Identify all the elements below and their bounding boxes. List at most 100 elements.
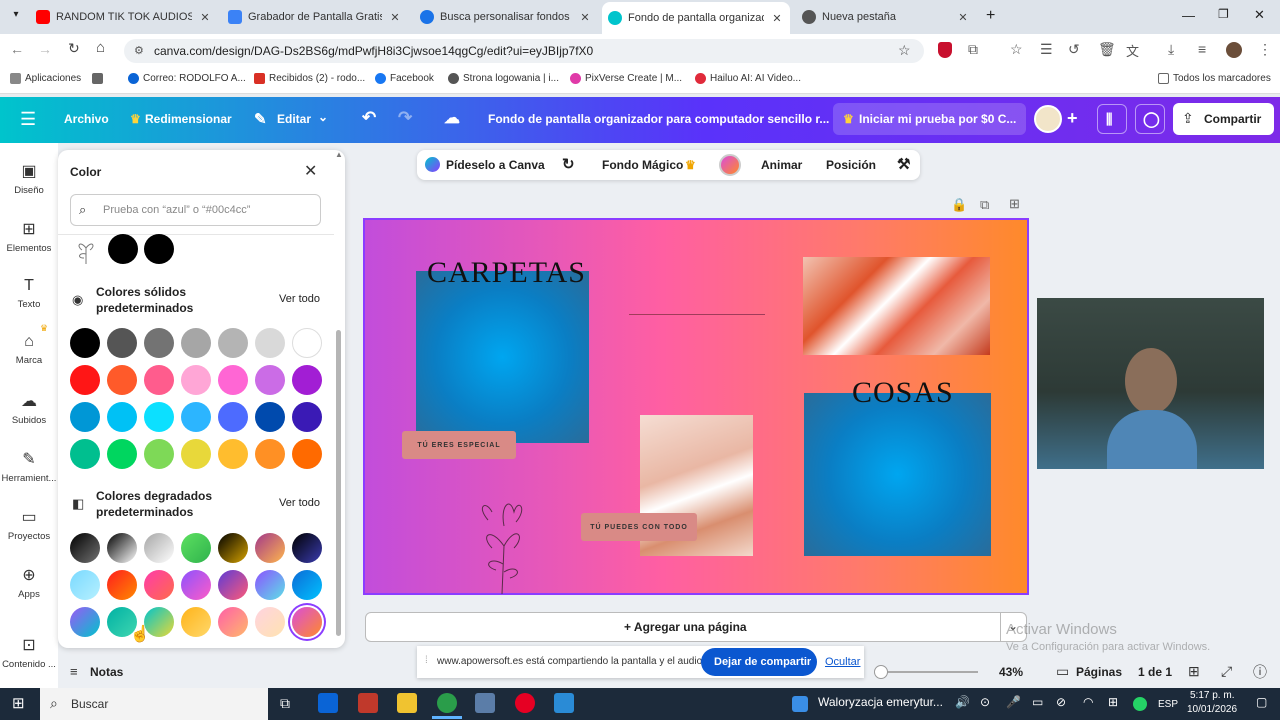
gradient-color-swatch[interactable] (255, 607, 285, 637)
solid-color-swatch[interactable] (218, 402, 248, 432)
gradient-color-swatch[interactable] (144, 607, 174, 637)
decorative-line[interactable] (629, 314, 765, 315)
bookmark-strona[interactable]: Strona logowania | i... (448, 73, 559, 84)
solid-color-swatch[interactable] (255, 402, 285, 432)
photo-red-crystal[interactable] (803, 257, 990, 355)
solid-color-swatch[interactable] (144, 439, 174, 469)
comments-button[interactable]: ◯ (1135, 104, 1165, 134)
tray-icon[interactable]: 🎤 (1006, 695, 1021, 709)
solid-color-swatch[interactable] (218, 365, 248, 395)
animar-button[interactable]: Animar (761, 158, 802, 172)
gradient-color-swatch[interactable] (70, 533, 100, 563)
close-icon[interactable]: ✕ (198, 11, 212, 24)
language-indicator[interactable]: ESP (1158, 699, 1178, 710)
gradient-color-swatch[interactable] (107, 533, 137, 563)
url-text[interactable]: canva.com/design/DAG-Ds2BS6g/mdPwfjH8i3C… (154, 44, 593, 58)
solid-color-swatch[interactable] (107, 439, 137, 469)
pideselo-button[interactable]: Pídeselo a Canva (446, 158, 545, 172)
reload-icon[interactable]: ↻ (68, 40, 80, 57)
gradient-color-swatch[interactable] (144, 533, 174, 563)
bookmark-all[interactable]: Todos los marcadores (1158, 73, 1271, 84)
redimensionar-button[interactable]: Redimensionar (145, 112, 232, 126)
pages-button[interactable]: Páginas (1076, 665, 1122, 679)
bookmark-apps[interactable]: Aplicaciones (10, 73, 81, 84)
trial-button[interactable]: ♛ Iniciar mi prueba por $0 C... (833, 103, 1026, 135)
history-icon[interactable]: ↺ (1068, 41, 1080, 58)
ublock-icon[interactable] (938, 42, 952, 58)
design-canvas[interactable]: CARPETAS COSAS TÚ ERES ESPECIAL TÚ PUEDE… (363, 218, 1029, 595)
rail-apps[interactable]: ⊕ Apps (0, 565, 58, 600)
rail-diseno[interactable]: ▣ Diseño (0, 161, 58, 196)
news-widget-label[interactable]: Waloryzacja emerytur... (818, 695, 943, 709)
help-icon[interactable]: ⓘ (1253, 662, 1267, 682)
gradient-color-swatch[interactable] (144, 570, 174, 600)
cosas-heading[interactable]: COSAS (852, 376, 954, 410)
taskbar-search[interactable]: ⌕ Buscar (40, 688, 268, 720)
gradient-color-swatch[interactable] (218, 607, 248, 637)
folder-frame-2[interactable] (804, 393, 991, 556)
gradient-color-swatch[interactable] (218, 533, 248, 563)
gradient-color-swatch[interactable] (292, 570, 322, 600)
solid-color-swatch[interactable] (255, 439, 285, 469)
solid-color-swatch[interactable] (144, 365, 174, 395)
minimize-icon[interactable]: — (1182, 8, 1195, 23)
insights-button[interactable]: ⫼ (1097, 104, 1127, 134)
solid-color-swatch[interactable] (144, 328, 174, 358)
forward-icon[interactable]: → (38, 41, 52, 57)
archivo-menu[interactable]: Archivo (64, 112, 109, 126)
whatsapp-icon[interactable] (1133, 697, 1147, 711)
favorites-icon[interactable]: ☆ (1010, 41, 1023, 58)
tab-search-icon[interactable]: ▾ (8, 9, 24, 25)
close-icon[interactable]: ✕ (770, 12, 784, 25)
tray-icon[interactable]: ⊞ (1108, 695, 1118, 709)
gradient-color-swatch[interactable] (181, 607, 211, 637)
site-info-icon[interactable]: ⚙ (134, 44, 144, 57)
bookmark-grid[interactable] (92, 73, 103, 84)
solid-color-swatch[interactable] (292, 402, 322, 432)
rail-herramientas[interactable]: ✎ Herramient... (0, 449, 58, 484)
flower-thumbnail[interactable] (70, 236, 102, 266)
add-page-button[interactable]: + Agregar una página ⌄ (365, 612, 1027, 642)
add-page-icon[interactable]: ⊞ (1009, 196, 1020, 212)
doc-color-swatch[interactable] (108, 234, 138, 264)
back-icon[interactable]: ← (10, 41, 24, 57)
pinterest-taskbar-icon[interactable] (515, 693, 535, 713)
rail-texto[interactable]: T Texto (0, 277, 58, 310)
stop-sharing-button[interactable]: Dejar de compartir (701, 648, 817, 676)
lock-icon[interactable]: 🔒 (951, 197, 967, 213)
refresh-ai-icon[interactable]: ↻ (562, 155, 575, 173)
tag-tu-puedes-con-todo[interactable]: TÚ PUEDES CON TODO (581, 513, 697, 541)
solid-color-swatch[interactable] (181, 402, 211, 432)
solid-color-swatch[interactable] (107, 328, 137, 358)
editar-button[interactable]: Editar (277, 112, 311, 126)
redo-icon[interactable]: ↷ (398, 108, 412, 128)
solid-color-swatch[interactable] (70, 439, 100, 469)
solid-color-swatch[interactable] (181, 365, 211, 395)
tray-icon[interactable]: ⊙ (980, 695, 990, 709)
home-icon[interactable]: ⌂ (96, 39, 105, 56)
document-title[interactable]: Fondo de pantalla organizador para compu… (488, 112, 829, 126)
fullscreen-icon[interactable]: ⤢ (1221, 663, 1232, 680)
solid-color-swatch[interactable] (255, 365, 285, 395)
extensions-icon[interactable]: ⧉ (968, 41, 978, 58)
zoom-level[interactable]: 43% (999, 665, 1023, 679)
app-taskbar-icon[interactable] (358, 693, 378, 713)
share-button[interactable]: ⇪ Compartir (1173, 103, 1274, 135)
zoom-slider-thumb[interactable] (874, 665, 888, 679)
add-collaborator-icon[interactable]: + (1067, 108, 1078, 129)
window-close-icon[interactable]: ✕ (1254, 7, 1265, 23)
gradient-color-swatch[interactable] (70, 570, 100, 600)
scroll-up-icon[interactable]: ▲ (335, 150, 343, 159)
folder-frame-1[interactable] (416, 271, 589, 443)
close-icon[interactable]: ✕ (388, 11, 402, 24)
panel-scrollbar[interactable] (336, 330, 341, 636)
solid-color-swatch[interactable] (292, 328, 322, 358)
notes-button[interactable]: Notas (90, 665, 123, 679)
carpetas-heading[interactable]: CARPETAS (427, 256, 586, 290)
gradient-color-swatch[interactable] (107, 570, 137, 600)
rail-elementos[interactable]: ⊞ Elementos (0, 219, 58, 254)
recorder-taskbar-icon[interactable] (554, 693, 574, 713)
notification-icon[interactable]: ▢ (1256, 695, 1267, 709)
reading-list-icon[interactable]: ☰ (1040, 41, 1053, 58)
clock-date[interactable]: 10/01/2026 (1187, 704, 1237, 715)
